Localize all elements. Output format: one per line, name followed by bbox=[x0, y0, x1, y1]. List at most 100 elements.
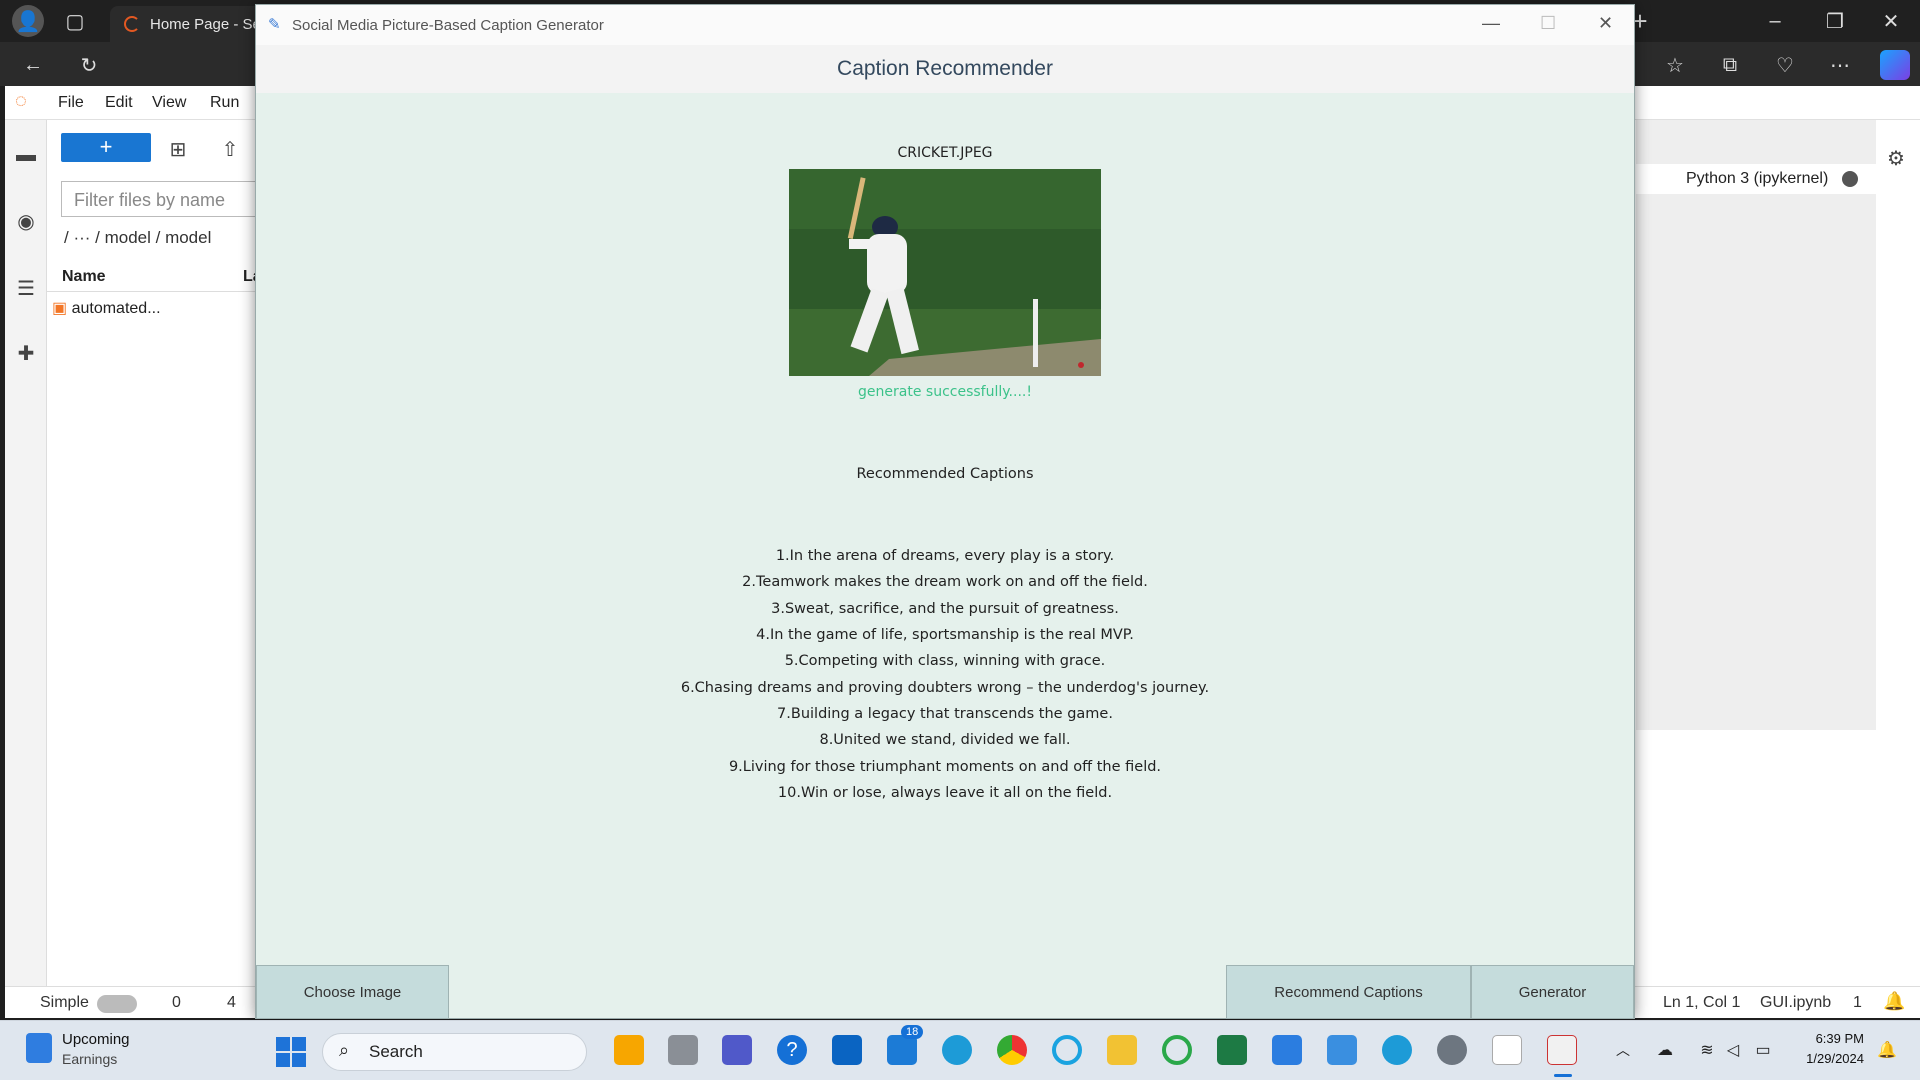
loading-icon bbox=[124, 16, 140, 32]
copilot-pre-icon[interactable] bbox=[614, 1035, 644, 1065]
notification-icon[interactable]: 🔔 bbox=[1883, 991, 1905, 1012]
restore-icon[interactable]: ❐ bbox=[1820, 6, 1850, 36]
col-name[interactable]: Name bbox=[62, 268, 106, 286]
show-hidden-icons-icon[interactable]: ︿ bbox=[1612, 1039, 1634, 1061]
window-maximize-icon[interactable]: ☐ bbox=[1540, 13, 1556, 34]
clock-time[interactable]: 6:39 PM bbox=[1782, 1031, 1864, 1046]
collections-icon[interactable]: ⧉ bbox=[1715, 50, 1745, 80]
caption-item: 3.Sweat, sacrifice, and the pursuit of g… bbox=[771, 601, 1119, 617]
close-icon[interactable]: ✕ bbox=[1876, 6, 1906, 36]
kernel-name: Python 3 (ipykernel) bbox=[1686, 170, 1829, 187]
back-icon[interactable]: ← bbox=[18, 50, 48, 80]
jupyter-left-sidebar: ▬ ◉ ☰ ✚ bbox=[5, 120, 47, 1018]
kernel-status-icon bbox=[1842, 171, 1859, 187]
outlook-icon[interactable] bbox=[832, 1035, 862, 1065]
weather-widget-icon[interactable] bbox=[26, 1033, 52, 1063]
cricket-image bbox=[789, 169, 1101, 376]
favorites-icon[interactable]: ☆ bbox=[1660, 50, 1690, 80]
performance-icon[interactable]: ♡ bbox=[1770, 50, 1800, 80]
help-icon[interactable]: ? bbox=[777, 1035, 807, 1065]
windows-taskbar: Upcoming Earnings ⌕ Search ? 18 ︿ ☁ ≋ ◁ … bbox=[0, 1020, 1920, 1080]
copilot-icon[interactable] bbox=[1880, 50, 1910, 80]
button-bar: Choose Image Recommend Captions Generato… bbox=[256, 965, 1634, 1019]
cortana-icon[interactable] bbox=[1052, 1035, 1082, 1065]
menu-view[interactable]: View bbox=[152, 94, 186, 112]
window-title-bar: ✎ Social Media Picture-Based Caption Gen… bbox=[256, 5, 1634, 45]
caption-item: 4.In the game of life, sportsmanship is … bbox=[756, 627, 1134, 643]
window-title: Social Media Picture-Based Caption Gener… bbox=[292, 16, 604, 34]
caption-item: 5.Competing with class, winning with gra… bbox=[784, 653, 1106, 669]
caption-item: 6.Chasing dreams and proving doubters wr… bbox=[680, 680, 1210, 696]
volume-icon[interactable]: ◁ bbox=[1722, 1039, 1744, 1061]
feather-icon: ✎ bbox=[268, 16, 281, 33]
widget-subtitle[interactable]: Earnings bbox=[62, 1051, 117, 1067]
file-name: automated... bbox=[71, 300, 161, 317]
menu-file[interactable]: File bbox=[58, 94, 84, 112]
folder-icon[interactable]: ▬ bbox=[13, 142, 39, 168]
simple-mode-toggle[interactable] bbox=[97, 995, 137, 1013]
kernel-indicator[interactable]: Python 3 (ipykernel) bbox=[1636, 164, 1876, 194]
window-minimize-icon[interactable]: — bbox=[1482, 13, 1500, 34]
onedrive-icon[interactable]: ☁ bbox=[1654, 1039, 1676, 1061]
minimize-icon[interactable]: – bbox=[1760, 6, 1790, 36]
widget-title[interactable]: Upcoming bbox=[62, 1031, 130, 1048]
filter-files-input[interactable]: Filter files by name bbox=[61, 181, 261, 217]
status-mode: Simple bbox=[40, 994, 89, 1011]
property-inspector-icon[interactable]: ⚙ bbox=[1884, 146, 1908, 170]
tab-title: Home Page - Se bbox=[150, 15, 261, 33]
photos-icon[interactable] bbox=[1272, 1035, 1302, 1065]
choose-image-button[interactable]: Choose Image bbox=[256, 965, 449, 1019]
edge-icon[interactable] bbox=[942, 1035, 972, 1065]
taskbar-notification-icon[interactable]: 🔔 bbox=[1876, 1039, 1898, 1061]
caption-generator-window: ✎ Social Media Picture-Based Caption Gen… bbox=[255, 4, 1635, 1019]
menu-run[interactable]: Run bbox=[210, 94, 239, 112]
teams-icon[interactable] bbox=[722, 1035, 752, 1065]
file-explorer-icon[interactable] bbox=[1107, 1035, 1137, 1065]
captions-heading: Recommended Captions bbox=[856, 466, 1034, 482]
chrome-icon[interactable] bbox=[997, 1035, 1027, 1065]
running-icon[interactable]: ◉ bbox=[13, 208, 39, 234]
edge-dev-icon[interactable] bbox=[1382, 1035, 1412, 1065]
tab-actions-icon[interactable]: ▢ bbox=[62, 8, 88, 34]
document-icon[interactable] bbox=[1492, 1035, 1522, 1065]
status-position: Ln 1, Col 1 bbox=[1663, 994, 1741, 1011]
status-message: generate successfully....! bbox=[858, 384, 1032, 400]
new-folder-icon[interactable]: ⊞ bbox=[166, 137, 190, 161]
upload-icon[interactable]: ⇧ bbox=[218, 137, 242, 161]
battery-icon[interactable]: ▭ bbox=[1752, 1039, 1774, 1061]
mail-icon[interactable]: 18 bbox=[887, 1025, 924, 1065]
status-file: GUI.ipynb bbox=[1760, 994, 1832, 1011]
anaconda-icon[interactable] bbox=[1162, 1035, 1192, 1065]
profile-icon[interactable]: 👤 bbox=[12, 5, 44, 37]
caption-item: 2.Teamwork makes the dream work on and o… bbox=[742, 574, 1148, 590]
toc-icon[interactable]: ☰ bbox=[13, 275, 39, 301]
taskbar-search[interactable]: ⌕ Search bbox=[322, 1033, 587, 1071]
image-name: CRICKET.JPEG bbox=[897, 145, 993, 161]
notebook-area bbox=[1636, 120, 1876, 730]
recommend-captions-button[interactable]: Recommend Captions bbox=[1226, 965, 1471, 1019]
refresh-icon[interactable]: ↻ bbox=[74, 50, 104, 80]
file-item[interactable]: ▣ automated... bbox=[52, 298, 161, 318]
status-num: 1 bbox=[1853, 994, 1862, 1011]
more-icon[interactable]: ⋯ bbox=[1825, 50, 1855, 80]
wifi-icon[interactable]: ≋ bbox=[1696, 1039, 1718, 1061]
windows-start-icon[interactable] bbox=[276, 1037, 306, 1067]
generator-button[interactable]: Generator bbox=[1471, 965, 1634, 1019]
status-count-2: 4 bbox=[227, 994, 236, 1011]
window-close-icon[interactable]: ✕ bbox=[1598, 13, 1613, 34]
settings-icon[interactable] bbox=[1437, 1035, 1467, 1065]
excel-icon[interactable] bbox=[1217, 1035, 1247, 1065]
menu-edit[interactable]: Edit bbox=[105, 94, 133, 112]
file-list-header: Name La bbox=[47, 262, 267, 292]
task-view-icon[interactable] bbox=[668, 1035, 698, 1065]
new-launcher-button[interactable]: + bbox=[61, 133, 151, 162]
caption-item: 9.Living for those triumphant moments on… bbox=[728, 759, 1162, 775]
caption-item: 7.Building a legacy that transcends the … bbox=[777, 706, 1113, 722]
breadcrumb[interactable]: / ··· / model / model bbox=[64, 228, 211, 248]
notepad-icon[interactable] bbox=[1327, 1035, 1357, 1065]
caption-item: 10.Win or lose, always leave it all on t… bbox=[777, 785, 1113, 801]
clock-date[interactable]: 1/29/2024 bbox=[1782, 1051, 1864, 1066]
python-app-icon[interactable] bbox=[1547, 1035, 1577, 1065]
extension-icon[interactable]: ✚ bbox=[13, 340, 39, 366]
caption-item: 1.In the arena of dreams, every play is … bbox=[775, 548, 1115, 564]
